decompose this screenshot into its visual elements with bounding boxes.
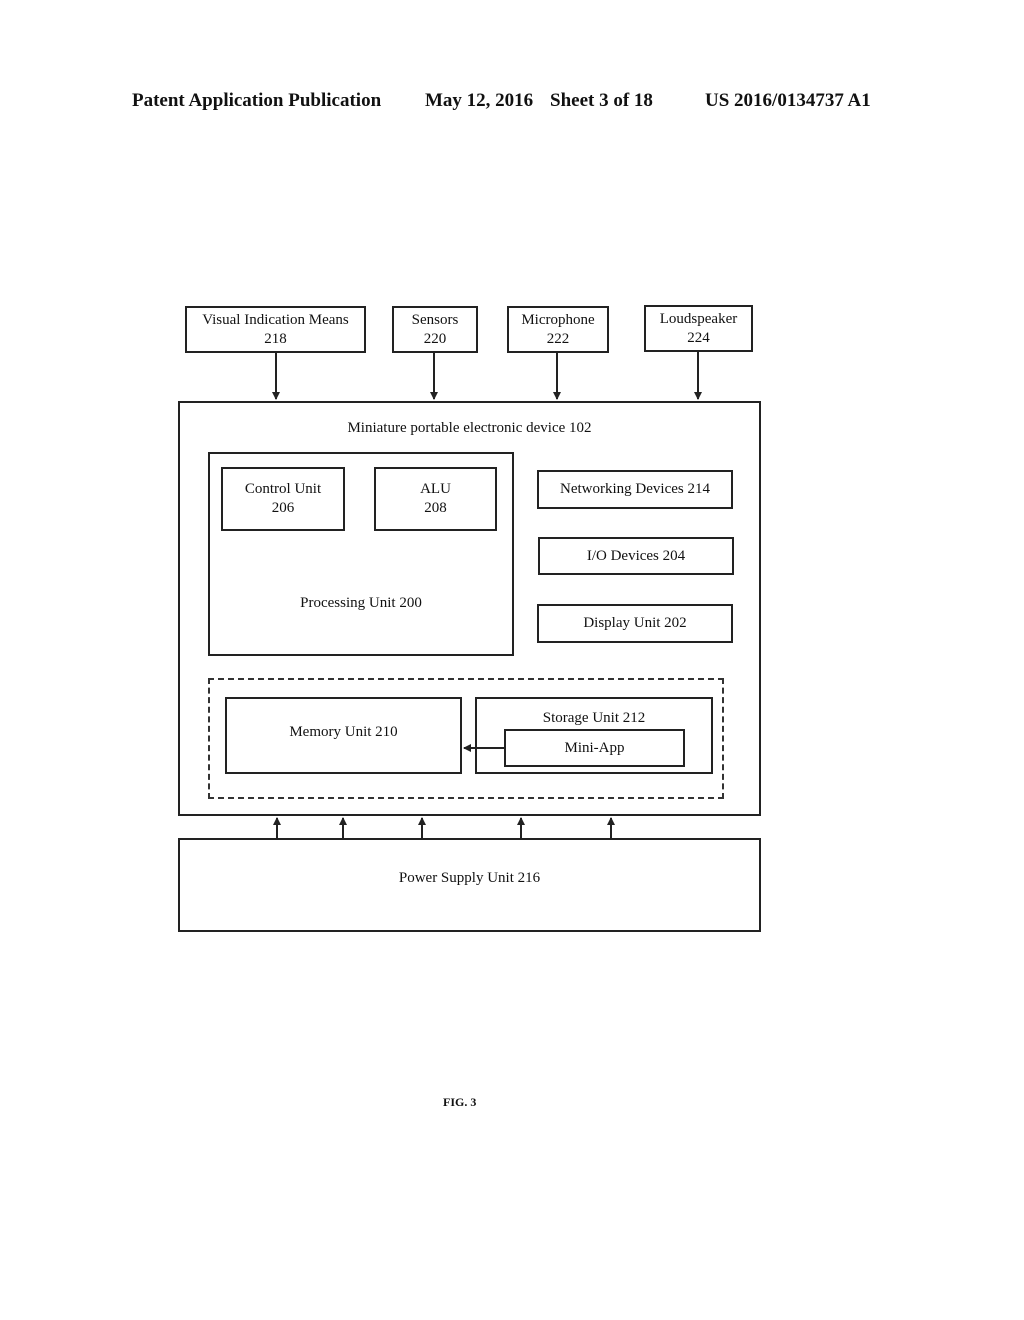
alu-box: ALU 208: [374, 467, 497, 531]
control-unit-box: Control Unit 206: [221, 467, 345, 531]
networking-devices-box: Networking Devices 214: [537, 470, 733, 509]
alu-name: ALU: [420, 481, 451, 497]
io-devices-box: I/O Devices 204: [538, 537, 734, 575]
visual-indication-box: Visual Indication Means 218: [185, 306, 366, 353]
visual-indication-name: Visual Indication Means: [202, 311, 349, 328]
display-unit-box: Display Unit 202: [537, 604, 733, 643]
loudspeaker-name: Loudspeaker: [659, 310, 738, 327]
sensors-box: Sensors 220: [392, 306, 478, 353]
networking-devices-label: Networking Devices 214: [560, 481, 710, 497]
alu-ref: 208: [424, 500, 447, 516]
loudspeaker-box: Loudspeaker 224: [644, 305, 753, 352]
microphone-ref: 222: [546, 330, 570, 347]
mini-app-label: Mini-App: [564, 739, 625, 756]
publication-label: Patent Application Publication: [132, 90, 382, 111]
visual-indication-ref: 218: [264, 330, 287, 347]
control-unit-ref: 206: [271, 500, 295, 516]
display-unit-label: Display Unit 202: [583, 615, 687, 631]
io-devices-label: I/O Devices 204: [586, 547, 686, 564]
publication-date: May 12, 2016: [425, 90, 534, 111]
power-supply-label: Power Supply Unit 216: [398, 869, 541, 886]
device-title: Miniature portable electronic device 102: [347, 420, 592, 436]
control-unit-name: Control Unit: [244, 481, 322, 497]
storage-unit-label: Storage Unit 212: [542, 710, 646, 726]
microphone-name: Microphone: [521, 311, 595, 328]
processing-unit-label: Processing Unit 200: [300, 595, 422, 611]
figure-label: FIG. 3: [443, 1095, 477, 1109]
loudspeaker-ref: 224: [687, 329, 710, 346]
sensors-ref: 220: [423, 330, 447, 347]
microphone-box: Microphone 222: [507, 306, 609, 353]
mini-app-box: Mini-App: [504, 729, 685, 767]
memory-unit-label: Memory Unit 210: [289, 724, 398, 740]
patent-number: US 2016/0134737 A1: [705, 90, 871, 111]
memory-unit-box: Memory Unit 210: [225, 697, 462, 774]
sensors-name: Sensors: [411, 311, 459, 328]
sheet-number: Sheet 3 of 18: [550, 90, 653, 111]
power-supply-box: Power Supply Unit 216: [178, 838, 761, 932]
